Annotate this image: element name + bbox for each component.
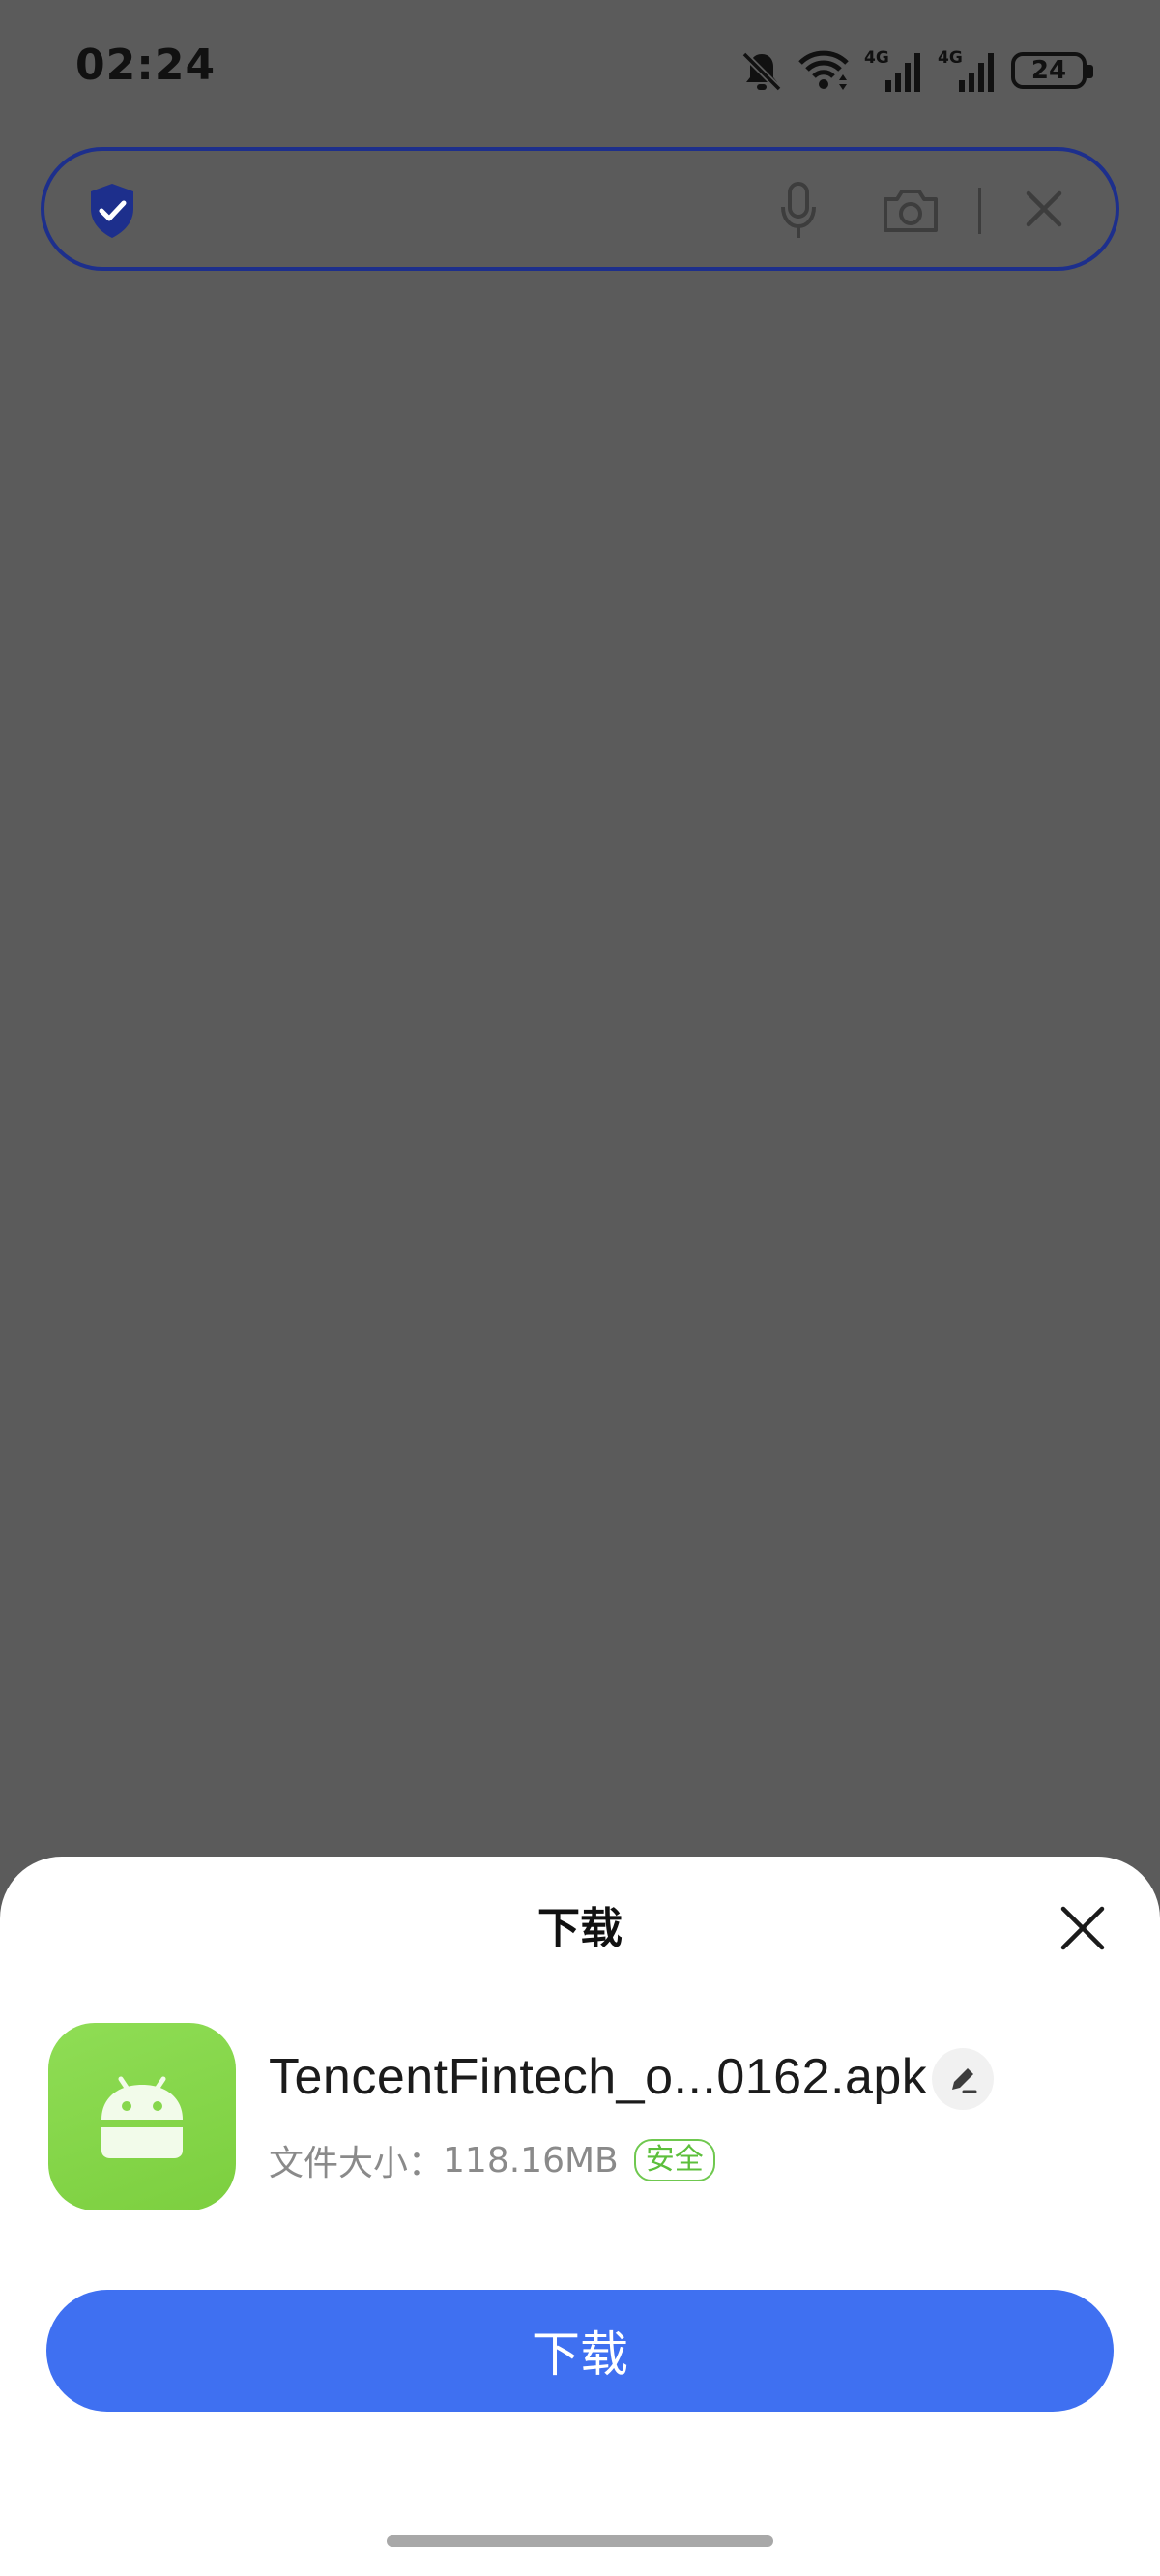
home-indicator[interactable]: [387, 2535, 773, 2547]
download-button[interactable]: 下载: [46, 2290, 1114, 2412]
signal-4g-icon: 4G: [938, 48, 994, 92]
file-meta: 文件大小： 118.16MB 安全: [269, 2135, 715, 2185]
search-divider: [978, 188, 981, 234]
status-icons: 4G 4G 24: [740, 44, 1093, 97]
app-icon: [48, 2023, 236, 2210]
file-size-label: 文件大小：: [269, 2144, 444, 2183]
rename-button[interactable]: [932, 2048, 994, 2110]
status-time: 02:24: [75, 41, 217, 90]
safety-badge: 安全: [633, 2139, 715, 2181]
network-type-2: 4G: [938, 48, 963, 68]
close-icon[interactable]: [1023, 188, 1065, 230]
battery-icon: 24: [1011, 52, 1093, 89]
bell-off-icon: [741, 51, 782, 92]
network-type-1: 4G: [864, 48, 889, 68]
download-sheet: 下载 TencentFintech_o...0162.apk 文件大小： 118…: [0, 1857, 1160, 2576]
mic-icon[interactable]: [777, 180, 820, 242]
shield-check-icon: [91, 184, 133, 238]
search-input[interactable]: [170, 180, 793, 240]
status-bar: 02:24 4G 4G 24: [0, 0, 1160, 145]
camera-icon[interactable]: [882, 186, 940, 236]
signal-4g-icon: 4G: [864, 48, 920, 92]
sheet-title: 下载: [537, 1904, 623, 1953]
file-size: 118.16MB: [443, 2140, 619, 2181]
pencil-icon: [952, 2068, 977, 2093]
android-icon: [102, 2076, 183, 2158]
file-name: TencentFintech_o...0162.apk: [269, 2049, 928, 2105]
close-icon[interactable]: [1056, 1901, 1110, 1955]
battery-level: 24: [1030, 56, 1067, 85]
search-bar[interactable]: [41, 147, 1119, 271]
wifi-icon: [798, 50, 849, 90]
